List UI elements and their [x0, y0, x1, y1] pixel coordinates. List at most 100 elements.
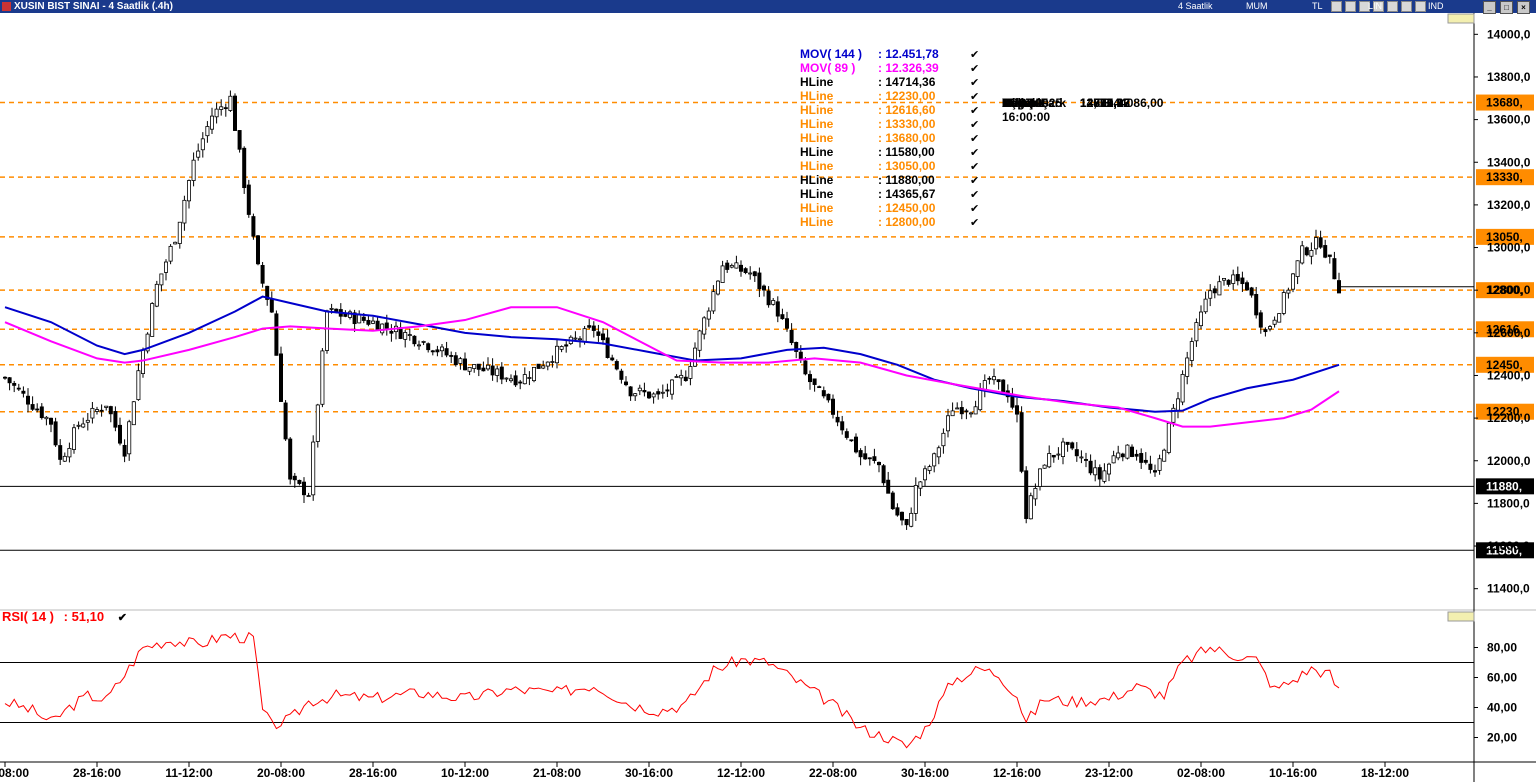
candle-body	[163, 261, 168, 273]
candle-body	[831, 398, 836, 415]
mode-period[interactable]: 4 Saatlik	[1178, 0, 1213, 13]
legend-check-icon[interactable]: ✔	[970, 132, 979, 145]
toolbar-button-icon[interactable]	[1401, 1, 1412, 12]
rsi-panel-button-icon	[1447, 611, 1475, 622]
candle-body	[1093, 467, 1098, 476]
legend-check-icon[interactable]: ✔	[970, 76, 979, 89]
candle-body	[955, 407, 960, 410]
candle-body	[76, 424, 81, 427]
candle-body	[67, 448, 72, 458]
candle-body	[1143, 459, 1148, 463]
candle-body	[840, 421, 845, 431]
candle-body	[877, 461, 882, 466]
candle-body	[978, 388, 983, 411]
legend-check-icon[interactable]: ✔	[970, 146, 979, 159]
legend-check-icon[interactable]: ✔	[970, 104, 979, 117]
candle-body	[1203, 298, 1208, 313]
candle-body	[716, 280, 721, 295]
candle-body	[384, 322, 389, 329]
price-axis-tick-label: 12800,0	[1487, 283, 1531, 297]
candle-body	[1304, 247, 1309, 256]
toolbar-button-icon[interactable]	[1331, 1, 1342, 12]
candle-body	[729, 265, 734, 268]
candle-body	[1323, 245, 1328, 258]
candle-body	[743, 268, 748, 274]
candle-body	[987, 377, 992, 380]
mode-scale[interactable]: LIN	[1368, 0, 1382, 13]
rsi-check-icon[interactable]: ✔	[118, 612, 127, 624]
candle-body	[458, 358, 463, 364]
rsi-axis-tick-label: 60,00	[1487, 671, 1517, 685]
toolbar-button-icon[interactable]	[1387, 1, 1398, 12]
candle-body	[665, 389, 670, 392]
time-axis-tick-label: 20-08:00	[0, 766, 29, 780]
candle-body	[702, 317, 707, 335]
mode-candle[interactable]: MUM	[1246, 0, 1268, 13]
price-chart[interactable]: 13680,13330,13050,12800,12616,12450,1223…	[0, 13, 1536, 782]
legend-check-icon[interactable]: ✔	[970, 118, 979, 131]
candle-body	[1185, 357, 1190, 377]
candle-body	[670, 379, 675, 395]
legend-name: HLine	[800, 117, 834, 131]
legend-name: HLine	[800, 131, 834, 145]
toolbar-button-icon[interactable]	[1345, 1, 1356, 12]
candle-body	[462, 358, 467, 371]
legend-row: HLine: 11580,00	[800, 145, 935, 159]
candle-body	[58, 445, 63, 460]
legend-value: : 12.451,78	[878, 47, 939, 61]
candle-body	[1019, 412, 1024, 472]
candle-body	[766, 290, 771, 306]
candle-body	[697, 330, 702, 351]
candle-body	[946, 415, 951, 432]
price-axis-tick-label: 13400,0	[1487, 155, 1531, 169]
price-axis-tick-label: 13800,0	[1487, 70, 1531, 84]
candle-body	[260, 265, 265, 284]
legend-check-icon[interactable]: ✔	[970, 174, 979, 187]
rsi-axis-tick-label: 20,00	[1487, 731, 1517, 745]
legend-check-icon[interactable]: ✔	[970, 90, 979, 103]
time-axis-tick-label: 18-12:00	[1361, 766, 1409, 780]
rsi-legend: RSI( 14 ) : 51,10 ✔	[2, 609, 127, 624]
candle-body	[499, 366, 504, 380]
price-axis-tick-label: 13200,0	[1487, 198, 1531, 212]
candle-body	[872, 456, 877, 461]
candle-body	[959, 407, 964, 415]
candle-body	[495, 368, 500, 376]
candle-body	[835, 416, 840, 423]
candle-body	[1042, 464, 1047, 469]
legend-check-icon[interactable]: ✔	[970, 48, 979, 61]
time-axis-tick-label: 30-16:00	[625, 766, 673, 780]
app-icon	[2, 2, 11, 11]
mode-indicator[interactable]: IND	[1428, 0, 1444, 13]
candle-body	[1001, 379, 1006, 393]
candle-body	[656, 391, 661, 395]
candle-body	[1263, 329, 1268, 333]
legend-check-icon[interactable]: ✔	[970, 188, 979, 201]
legend-check-icon[interactable]: ✔	[970, 160, 979, 173]
legend-value: : 12.326,39	[878, 61, 939, 75]
candle-body	[545, 361, 550, 367]
candle-body	[582, 328, 587, 343]
legend-check-icon[interactable]: ✔	[970, 216, 979, 229]
legend-name: HLine	[800, 173, 834, 187]
time-axis-tick-label: 28-16:00	[73, 766, 121, 780]
candle-body	[536, 363, 541, 369]
legend-name: MOV( 89 )	[800, 61, 856, 75]
candle-body	[104, 405, 109, 408]
candle-body	[1116, 452, 1121, 459]
candle-body	[315, 404, 320, 442]
time-axis-tick-label: 22-08:00	[809, 766, 857, 780]
candle-body	[168, 245, 173, 262]
candle-body	[1070, 442, 1075, 449]
candle-body	[1084, 459, 1089, 461]
legend-check-icon[interactable]: ✔	[970, 202, 979, 215]
candle-body	[21, 390, 26, 394]
candle-body	[927, 466, 932, 471]
legend-value: : 13050,00	[878, 159, 936, 173]
candle-body	[1300, 245, 1305, 264]
candle-body	[532, 366, 537, 382]
window-titlebar: XUSIN BIST SINAI - 4 Saatlik (.4h) 4 Saa…	[0, 0, 1536, 14]
legend-check-icon[interactable]: ✔	[970, 62, 979, 75]
toolbar-button-icon[interactable]	[1415, 1, 1426, 12]
mode-currency[interactable]: TL	[1312, 0, 1323, 13]
